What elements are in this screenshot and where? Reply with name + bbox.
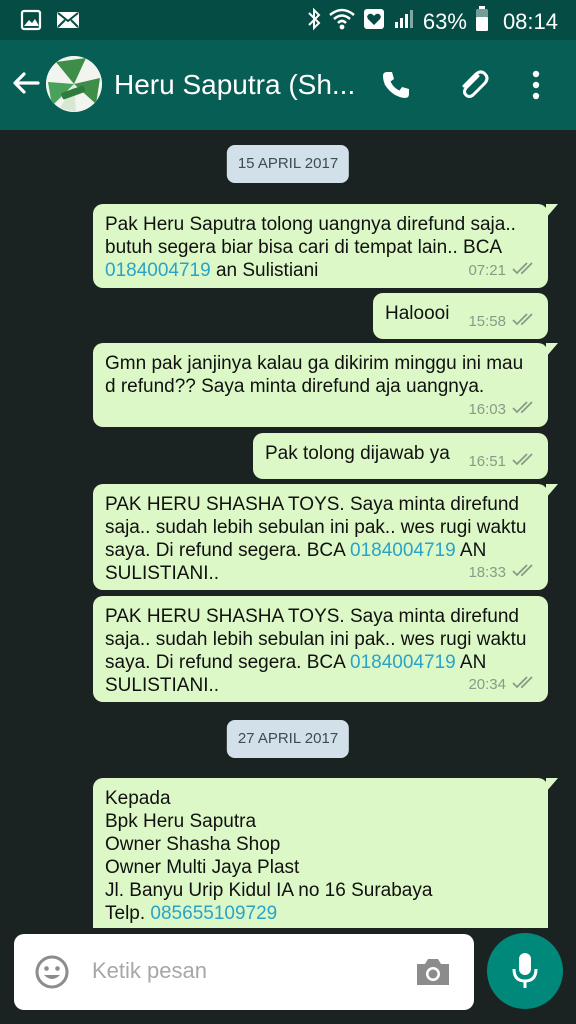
message-text: Gmn pak janjinya kalau ga dikirim minggu… (105, 353, 524, 397)
back-arrow-icon[interactable] (10, 67, 42, 99)
bluetooth-icon (307, 7, 321, 37)
double-check-icon (512, 259, 538, 282)
double-check-icon (512, 561, 538, 584)
message-list[interactable]: 15 APRIL 2017 Pak Heru Saputra tolong ua… (0, 130, 576, 928)
message-bubble[interactable]: Kepada Bpk Heru Saputra Owner Shasha Shop O… (93, 778, 558, 928)
signal-icon (393, 8, 415, 36)
clock: 08:14 (502, 9, 558, 34)
status-bar: 63% 08:14 (0, 0, 576, 40)
contact-avatar[interactable] (46, 56, 102, 112)
emoji-icon[interactable] (34, 954, 70, 995)
message-time: 18:33 (468, 564, 506, 581)
message-time: 07:21 (468, 262, 506, 279)
account-number-link[interactable]: 0184004719 (105, 260, 211, 281)
message-bubble[interactable]: Pak Heru Saputra tolong uangnya direfund… (93, 204, 558, 288)
camera-icon[interactable] (414, 956, 452, 993)
contact-name[interactable]: Heru Saputra (Sh... (114, 69, 362, 101)
mic-button[interactable] (487, 933, 563, 1009)
message-bubble[interactable]: PAK HERU SHASHA TOYS. Saya minta direfun… (93, 484, 558, 590)
double-check-icon (512, 673, 538, 696)
battery-percent: 63% (422, 9, 467, 34)
account-number-link[interactable]: 0184004719 (350, 540, 456, 561)
heart-box-icon (363, 8, 385, 36)
image-icon (20, 9, 42, 36)
date-divider: 27 APRIL 2017 (226, 720, 350, 758)
message-time: 15:58 (468, 313, 506, 330)
double-check-icon (512, 450, 538, 473)
email-icon (56, 9, 80, 36)
message-time: 16:03 (468, 401, 506, 418)
double-check-icon (512, 398, 538, 421)
wifi-icon (329, 8, 355, 36)
paperclip-icon[interactable] (456, 67, 492, 108)
chat-header: Heru Saputra (Sh... (0, 40, 576, 130)
date-divider: 15 APRIL 2017 (226, 145, 350, 183)
battery-icon (475, 6, 489, 38)
microphone-icon (512, 953, 538, 988)
message-bubble[interactable]: Haloooi 15:58 (373, 293, 548, 339)
double-check-icon (512, 310, 538, 333)
message-time: 20:34 (468, 676, 506, 693)
phone-number-link[interactable]: 085655109729 (150, 903, 277, 924)
message-time: 16:51 (468, 453, 506, 470)
message-bubble[interactable]: PAK HERU SHASHA TOYS. Saya minta direfun… (93, 596, 548, 702)
more-vert-icon[interactable] (531, 69, 541, 106)
message-bubble[interactable]: Pak tolong dijawab ya 16:51 (253, 433, 548, 479)
message-text: Kepada Bpk Heru Saputra Owner Shasha Shop O… (105, 788, 433, 924)
message-bubble[interactable]: Gmn pak janjinya kalau ga dikirim minggu… (93, 343, 558, 427)
message-input[interactable]: Ketik pesan (92, 958, 207, 984)
account-number-link[interactable]: 0184004719 (350, 652, 456, 673)
message-composer: Ketik pesan (14, 934, 474, 1010)
phone-icon[interactable] (380, 69, 412, 106)
